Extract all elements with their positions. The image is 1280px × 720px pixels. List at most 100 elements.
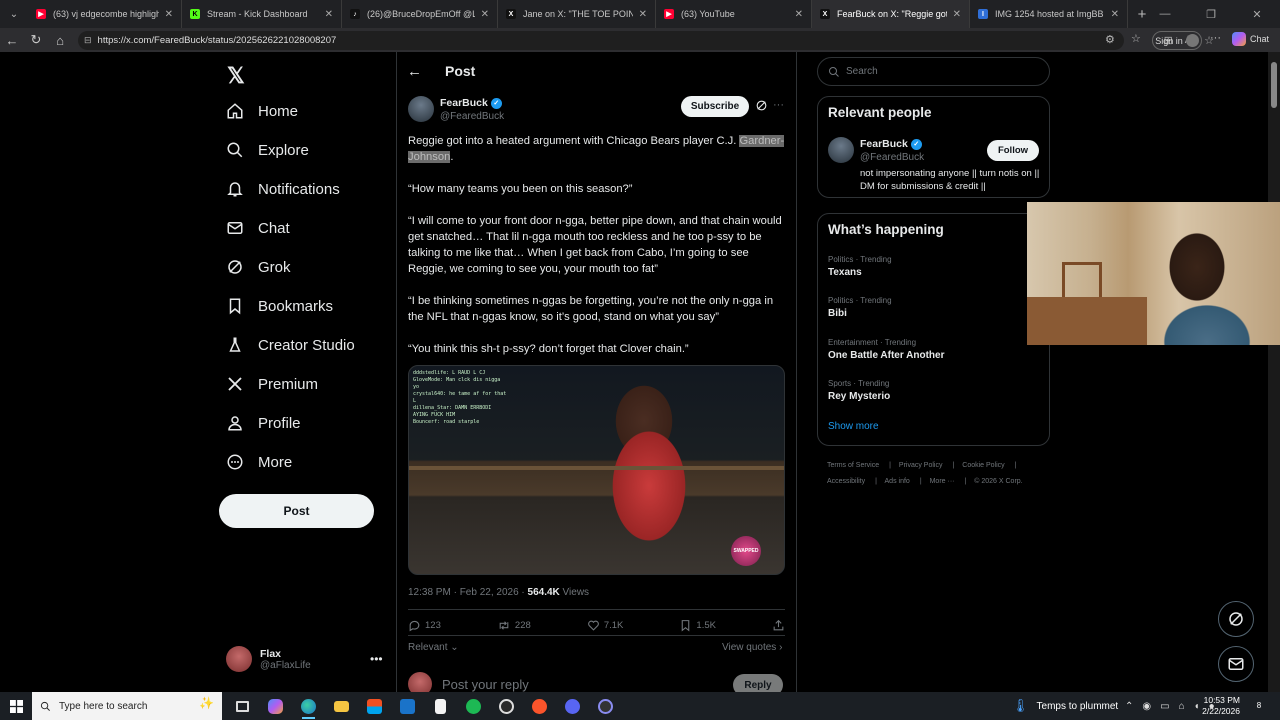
sign-in-button[interactable]: Sign in [1152, 31, 1202, 50]
author-handle[interactable]: @FearedBuck [440, 111, 504, 122]
follow-button[interactable]: Follow [987, 140, 1039, 161]
sidebar-item-bookmarks[interactable]: Bookmarks [226, 297, 333, 315]
tab-list-button[interactable]: ⌄ [0, 9, 28, 20]
author-name[interactable]: FearBuck ✓ [440, 97, 502, 109]
close-icon[interactable]: ✕ [953, 9, 961, 20]
site-info-icon[interactable]: ⊟ [84, 35, 92, 46]
trend-item[interactable]: Sports · Trending Rey Mysterio [828, 379, 890, 402]
refresh-button[interactable]: ↻ [24, 32, 48, 48]
store-app[interactable] [358, 692, 391, 720]
mail-app[interactable] [391, 692, 424, 720]
post-video[interactable]: dddstedlife: L RAUD L CJ GloveMode: Man … [408, 365, 785, 575]
close-icon[interactable]: ✕ [325, 9, 333, 20]
share-button[interactable] [772, 619, 785, 632]
account-menu-icon[interactable]: ••• [370, 652, 383, 666]
weather-widget[interactable]: 🌡 Temps to plummet [1012, 692, 1118, 720]
close-icon[interactable]: ✕ [481, 9, 489, 20]
post-timestamp[interactable]: 12:38 PM · Feb 22, 2026 · [408, 587, 528, 598]
view-quotes-link[interactable]: View quotes › [722, 642, 782, 653]
trend-item[interactable]: Politics · Trending Texans [828, 255, 892, 278]
browser-tab[interactable]: ▶ (63) vj edgecombe highlights - Yo ✕ [28, 0, 182, 28]
close-window-button[interactable]: ✕ [1234, 8, 1280, 21]
browser-menu-icon[interactable]: ··· [1210, 32, 1221, 44]
media-app[interactable] [589, 692, 622, 720]
task-view-button[interactable] [226, 692, 259, 720]
browser-tab[interactable]: K Stream - Kick Dashboard ✕ [182, 0, 342, 28]
copilot-chat-button[interactable]: Chat [1232, 32, 1269, 46]
file-explorer-app[interactable] [325, 692, 358, 720]
footer-link[interactable]: Privacy Policy [899, 462, 943, 469]
sidebar-item-more[interactable]: More [226, 453, 292, 471]
person-name[interactable]: FearBuck ✓ [860, 138, 922, 150]
close-icon[interactable]: ✕ [795, 9, 803, 20]
discord-app[interactable] [556, 692, 589, 720]
scrollbar-thumb[interactable] [1271, 62, 1277, 108]
bookmark-button[interactable]: 1.5K [679, 619, 716, 632]
person-handle[interactable]: @FearedBuck [860, 152, 924, 163]
maximize-button[interactable]: ❐ [1188, 8, 1234, 21]
close-icon[interactable]: ✕ [639, 9, 647, 20]
post-more-icon[interactable]: ··· [773, 99, 784, 111]
repost-button[interactable]: 228 [497, 619, 531, 632]
brave-app[interactable] [523, 692, 556, 720]
browser-tab[interactable]: X Jane on X: "THE TOE POINT STAN ✕ [498, 0, 656, 28]
footer-link[interactable]: Accessibility [827, 478, 865, 485]
trend-item[interactable]: Politics · Trending Bibi [828, 296, 892, 319]
browser-tab[interactable]: ▶ (63) YouTube ✕ [656, 0, 812, 28]
sidebar-item-profile[interactable]: Profile [226, 414, 301, 432]
notepad-app[interactable] [424, 692, 457, 720]
author-avatar[interactable] [408, 96, 434, 122]
favorites-icon[interactable]: ☆ [1131, 32, 1141, 45]
sidebar-item-explore[interactable]: Explore [226, 141, 309, 159]
browser-tab-active[interactable]: X FearBuck on X: "Reggie got in ✕ [812, 0, 970, 28]
close-icon[interactable]: ✕ [1111, 9, 1119, 20]
taskbar-clock[interactable]: 10:53 PM 2/22/2026 [1198, 695, 1240, 717]
grok-explain-icon[interactable] [755, 99, 768, 117]
sidebar-item-creator-studio[interactable]: Creator Studio [226, 336, 355, 354]
avatar[interactable] [828, 137, 854, 163]
page-scrollbar[interactable] [1268, 52, 1280, 692]
taskbar-search-input[interactable]: Type here to search ✨ [32, 692, 222, 720]
post-button[interactable]: Post [219, 494, 374, 528]
grok-fab-button[interactable] [1218, 601, 1254, 637]
sidebar-item-grok[interactable]: Grok [226, 258, 291, 276]
spotify-app[interactable] [457, 692, 490, 720]
back-button[interactable]: ← [0, 33, 24, 48]
like-button[interactable]: 7.1K [587, 619, 623, 632]
browser-tab[interactable]: I IMG 1254 hosted at ImgBB — Img ✕ [970, 0, 1128, 28]
account-switcher[interactable]: Flax @aFlaxLife [226, 646, 311, 672]
back-arrow-icon[interactable]: ← [407, 63, 422, 80]
meet-now-icon[interactable]: ▭ [1160, 701, 1169, 712]
minimize-button[interactable]: — [1142, 8, 1188, 20]
home-button[interactable]: ⌂ [48, 33, 72, 48]
subscribe-button[interactable]: Subscribe [681, 96, 749, 117]
x-logo-icon[interactable]: 𝕏 [227, 63, 245, 89]
reply-submit-button[interactable]: Reply [733, 674, 783, 692]
trend-item[interactable]: Entertainment · Trending One Battle Afte… [828, 338, 945, 361]
network-icon[interactable]: ⌂ [1179, 701, 1185, 712]
search-input[interactable]: Search [817, 57, 1050, 86]
browser-tab[interactable]: ♪ (26)@BruceDropEmOff @Livewith... ✕ [342, 0, 498, 28]
sidebar-item-notifications[interactable]: Notifications [226, 180, 340, 198]
edge-app[interactable] [292, 692, 325, 720]
footer-link[interactable]: More ··· [930, 478, 955, 485]
start-button[interactable] [0, 692, 32, 720]
reply-input[interactable]: Post your reply [442, 677, 529, 692]
reply-sort-dropdown[interactable]: Relevant ⌄ [408, 642, 459, 653]
sidebar-item-premium[interactable]: Premium [226, 375, 318, 393]
address-bar[interactable]: ⊟ https://x.com/FearedBuck/status/202562… [78, 31, 1214, 50]
chevron-up-icon[interactable]: ⌃ [1125, 701, 1133, 712]
notification-center-button[interactable]: 8 [1252, 698, 1266, 712]
show-more-link[interactable]: Show more [828, 421, 879, 432]
camera-icon[interactable]: ◉ [1142, 701, 1151, 712]
messages-fab-button[interactable] [1218, 646, 1254, 682]
sidebar-item-chat[interactable]: Chat [226, 219, 290, 237]
copilot-app[interactable] [259, 692, 292, 720]
footer-link[interactable]: Cookie Policy [962, 462, 1004, 469]
footer-link[interactable]: Terms of Service [827, 462, 879, 469]
close-icon[interactable]: ✕ [165, 9, 173, 20]
obs-app[interactable] [490, 692, 523, 720]
sidebar-item-home[interactable]: Home [226, 102, 298, 120]
extensions-icon[interactable]: ⚙ [1105, 33, 1115, 46]
footer-link[interactable]: Ads info [885, 478, 910, 485]
